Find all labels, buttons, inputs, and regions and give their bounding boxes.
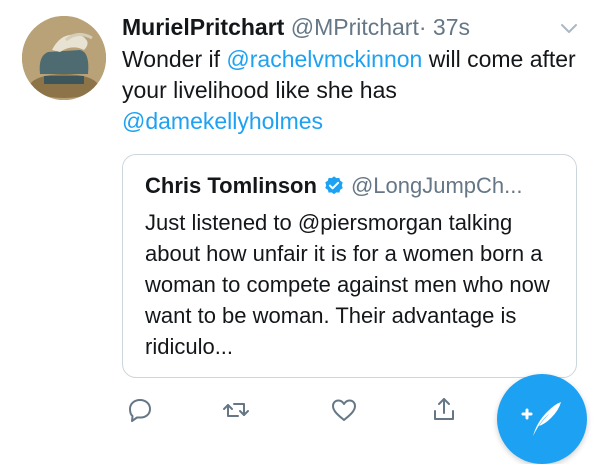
compose-tweet-button[interactable] [497,374,587,464]
quoted-tweet-text: Just listened to @piersmorgan talking ab… [145,210,550,359]
tweet-text-prefix: Wonder if [122,46,227,72]
separator-dot: · [418,14,427,40]
reply-icon[interactable] [126,396,154,424]
share-icon[interactable] [430,396,458,424]
retweet-icon[interactable] [222,396,250,424]
mention-link[interactable]: @rachelvmckinnon [226,46,422,72]
tweet-text: Wonder if @rachelvmckinnon will come aft… [122,44,582,137]
quoted-user-handle: @LongJumpCh... [350,173,523,198]
tweet[interactable]: MurielPritchart @MPritchart· 37s Wonder … [0,0,600,464]
user-handle[interactable]: @MPritchart [291,14,419,40]
mention-link[interactable]: @damekellyholmes [122,108,323,134]
quoted-tweet-card[interactable]: Chris Tomlinson @LongJumpCh... Just list… [122,154,577,378]
chevron-down-icon[interactable] [560,20,578,38]
display-name[interactable]: MurielPritchart [122,14,284,40]
like-icon[interactable] [330,396,358,424]
tweet-header: MurielPritchart @MPritchart· 37s [122,12,560,42]
quoted-tweet-header: Chris Tomlinson @LongJumpCh... [145,171,564,201]
avatar[interactable] [22,16,106,100]
verified-badge-icon [325,176,343,195]
avatar-image [22,16,106,100]
tweet-actions [122,396,502,426]
compose-tweet-icon [521,402,561,436]
timestamp[interactable]: 37s [433,14,470,40]
quoted-display-name: Chris Tomlinson [145,173,317,198]
